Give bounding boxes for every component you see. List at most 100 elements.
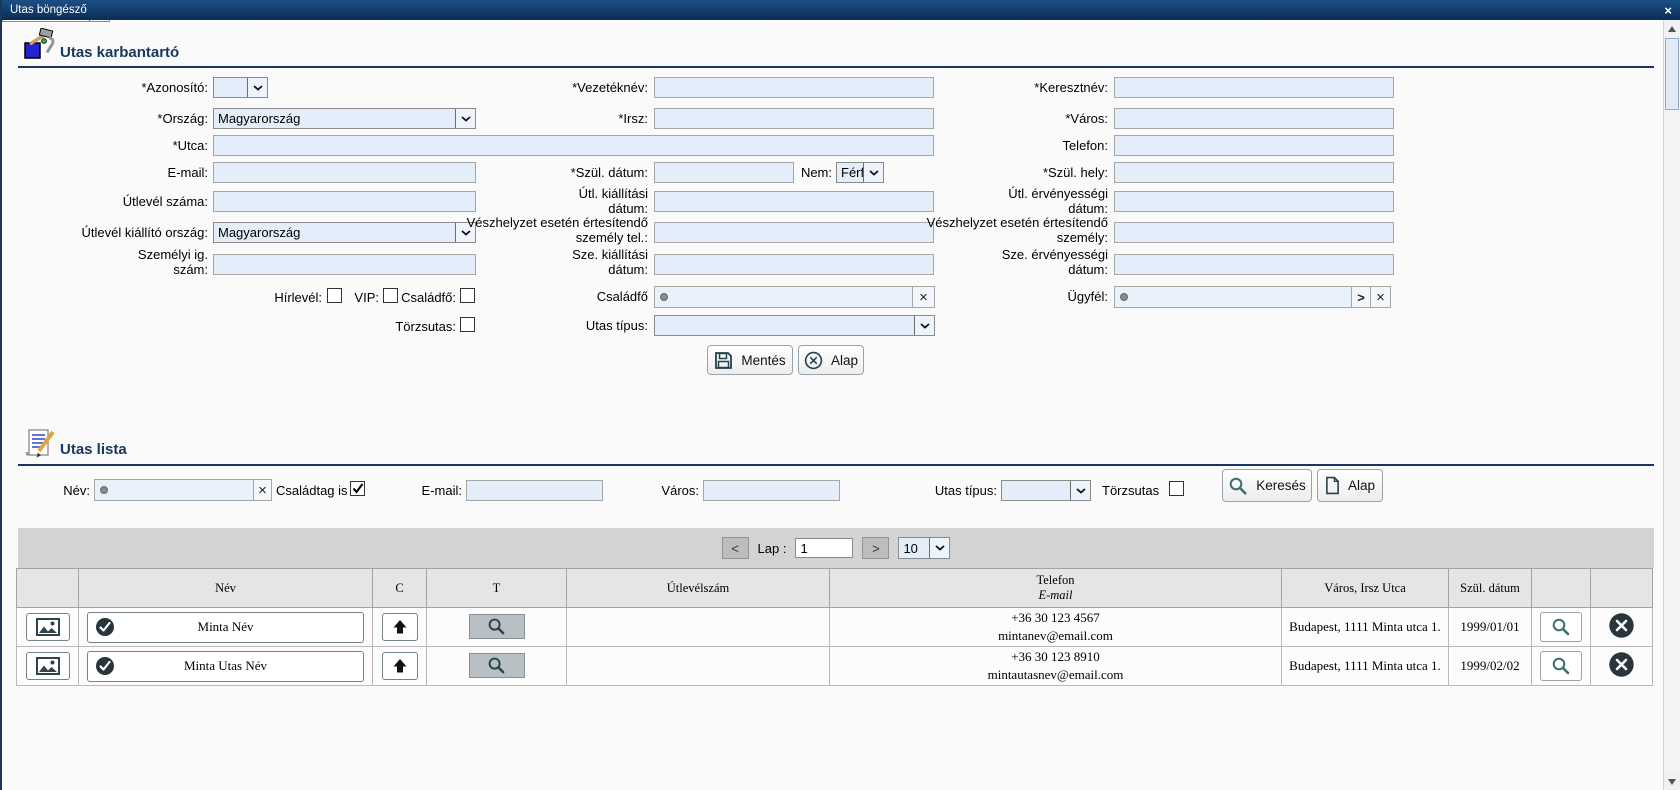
- list-edit-icon: [24, 428, 56, 465]
- header-varos: Város, Irsz Utca: [1282, 569, 1449, 608]
- szul-datum-input[interactable]: [654, 162, 794, 183]
- photo-button[interactable]: [26, 652, 70, 680]
- filter-email-input[interactable]: [466, 480, 603, 501]
- filter-nev-input[interactable]: [113, 480, 253, 500]
- email-input[interactable]: [213, 162, 476, 183]
- filter-torzsutas-checkbox[interactable]: [1169, 481, 1184, 496]
- passenger-name-button[interactable]: Minta Utas Név: [87, 651, 364, 682]
- search-icon: [1228, 476, 1248, 496]
- email-label: E-mail:: [22, 165, 208, 180]
- vertical-scrollbar[interactable]: [1663, 20, 1680, 790]
- utlevel-kiallito-orszag-value: Magyarország: [214, 223, 455, 242]
- window-titlebar: Utas böngésző ×: [2, 0, 1680, 20]
- lookup-button[interactable]: [469, 653, 525, 678]
- orszag-select[interactable]: Magyarország: [213, 108, 476, 129]
- torzsutas-checkbox[interactable]: [460, 317, 475, 332]
- veszhelyzet-szemely-input[interactable]: [1114, 222, 1394, 243]
- clear-icon[interactable]: ×: [253, 480, 271, 500]
- sze-ervenyessegi-label: Sze. érvényességi dátum:: [978, 247, 1108, 278]
- upload-button[interactable]: [382, 652, 418, 680]
- filter-utas-tipus-select[interactable]: [1001, 480, 1091, 501]
- utca-input[interactable]: [213, 135, 934, 156]
- view-button[interactable]: [1540, 651, 1582, 681]
- filter-nev-lookup[interactable]: ×: [94, 479, 272, 501]
- csaladfo-cb-label: Családfő:: [392, 290, 456, 305]
- table-header-row: Név C T Útlevélszám Telefon E-mail Város…: [17, 569, 1653, 608]
- chevron-down-icon: [929, 538, 949, 558]
- szul-datum-label: *Szül. dátum:: [462, 165, 648, 180]
- pagination-bar: < Lap : > 10: [18, 528, 1654, 568]
- utas-tipus-select[interactable]: [654, 315, 935, 336]
- close-icon[interactable]: ×: [1664, 4, 1672, 17]
- delete-button[interactable]: [1608, 627, 1635, 642]
- delete-button[interactable]: [1608, 666, 1635, 681]
- scroll-down-icon[interactable]: [1664, 773, 1680, 790]
- clear-icon[interactable]: ×: [912, 287, 934, 307]
- hirlevel-checkbox[interactable]: [327, 288, 342, 303]
- list-reset-button[interactable]: Alap: [1317, 469, 1383, 502]
- search-button[interactable]: Keresés: [1222, 469, 1312, 502]
- csaladtag-is-checkbox[interactable]: [350, 481, 365, 496]
- header-photo: [17, 569, 79, 608]
- save-button-label: Mentés: [741, 353, 785, 368]
- search-icon: [487, 656, 506, 675]
- nem-select[interactable]: Férfi: [836, 162, 884, 183]
- page-size-select[interactable]: 10: [898, 537, 950, 559]
- utl-kiallitasi-label: Útl. kiállítási dátum:: [538, 186, 648, 217]
- page-number-input[interactable]: [795, 538, 853, 558]
- chevron-down-icon: [247, 78, 267, 97]
- upload-button[interactable]: [382, 613, 418, 641]
- form-reset-button[interactable]: Alap: [798, 345, 864, 375]
- list-reset-button-label: Alap: [1348, 478, 1375, 493]
- filter-email-label: E-mail:: [402, 483, 462, 498]
- open-record-icon[interactable]: >: [1351, 287, 1370, 307]
- sze-kiallitasi-input[interactable]: [654, 254, 934, 275]
- form-reset-button-label: Alap: [831, 353, 858, 368]
- vezeteknev-input[interactable]: [654, 77, 934, 98]
- csaladtag-is-label: Családtag is: [276, 483, 348, 498]
- irsz-input[interactable]: [654, 108, 934, 129]
- ugyfel-label: Ügyfél:: [962, 289, 1108, 304]
- szul-hely-input[interactable]: [1114, 162, 1394, 183]
- utlevel-kiallito-orszag-select[interactable]: Magyarország: [213, 222, 476, 243]
- csaladfo-lookup[interactable]: ×: [654, 286, 935, 308]
- contact-cell: +36 30 123 4567 mintanev@email.com: [830, 608, 1282, 647]
- lookup-button[interactable]: [469, 614, 525, 639]
- list-section-title: Utas lista: [60, 441, 127, 458]
- scroll-up-icon[interactable]: [1664, 20, 1680, 37]
- hirlevel-label: Hírlevél:: [257, 290, 322, 305]
- csaladfo-lookup-label: Családfő: [502, 289, 648, 304]
- photo-button[interactable]: [26, 613, 70, 641]
- email: mintanev@email.com: [830, 627, 1281, 645]
- passenger-name-button[interactable]: Minta Név: [87, 612, 364, 643]
- page-size-value: 10: [899, 538, 929, 558]
- filter-varos-label: Város:: [637, 483, 699, 498]
- passenger-name: Minta Utas Név: [184, 658, 267, 674]
- szemelyi-ig-input[interactable]: [213, 254, 476, 275]
- ugyfel-lookup-input[interactable]: [1133, 287, 1351, 307]
- next-page-button[interactable]: >: [862, 537, 889, 559]
- save-button[interactable]: Mentés: [707, 345, 793, 375]
- filter-varos-input[interactable]: [703, 480, 840, 501]
- utlevel-kiallito-orszag-label: Útlevél kiállító ország:: [22, 225, 208, 240]
- birth-cell: 1999/02/02: [1449, 647, 1532, 686]
- sze-ervenyessegi-input[interactable]: [1114, 254, 1394, 275]
- csaladfo-checkbox[interactable]: [460, 288, 475, 303]
- utl-kiallitasi-input[interactable]: [654, 191, 934, 212]
- utlevel-szama-input[interactable]: [213, 191, 476, 212]
- chevron-down-icon: [914, 316, 934, 335]
- keresztnev-input[interactable]: [1114, 77, 1394, 98]
- azonosito-select[interactable]: [213, 77, 268, 98]
- csaladfo-lookup-input[interactable]: [673, 287, 912, 307]
- clear-icon[interactable]: ×: [1370, 287, 1390, 307]
- ugyfel-lookup[interactable]: > ×: [1114, 286, 1391, 308]
- utl-ervenyessegi-input[interactable]: [1114, 191, 1394, 212]
- irsz-label: *Irsz:: [462, 111, 648, 126]
- scrollbar-thumb[interactable]: [1665, 38, 1679, 110]
- varos-input[interactable]: [1114, 108, 1394, 129]
- prev-page-button[interactable]: <: [722, 537, 749, 559]
- veszhelyzet-tel-input[interactable]: [654, 222, 934, 243]
- check-icon: [352, 483, 364, 494]
- view-button[interactable]: [1540, 612, 1582, 642]
- telefon-input[interactable]: [1114, 135, 1394, 156]
